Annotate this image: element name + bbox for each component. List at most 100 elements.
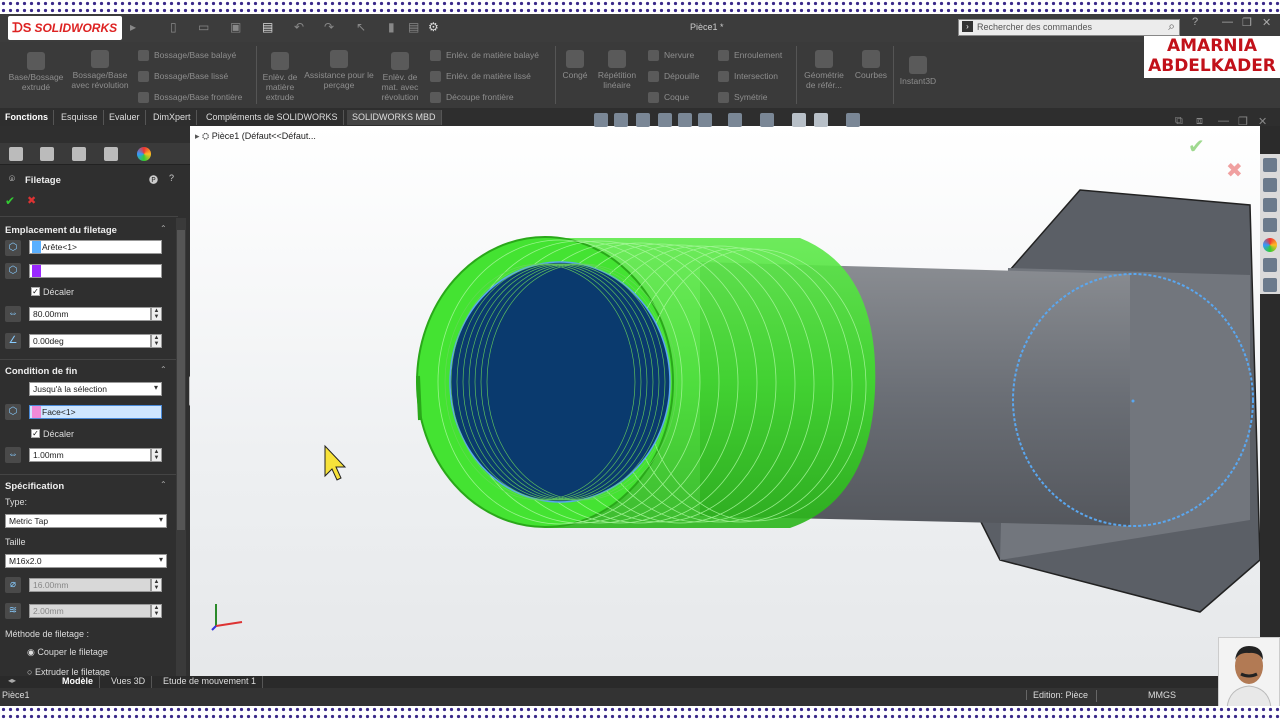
apply-scene-icon[interactable] <box>814 113 828 127</box>
extruded-boss-button[interactable]: Base/Bossage extrudé <box>6 52 66 92</box>
tab-3d-views[interactable]: Vues 3D <box>105 676 153 688</box>
lofted-cut-button[interactable]: Enlév. de matière lissé <box>430 71 531 83</box>
revolved-cut-button[interactable]: Enlèv. de mat. avec révolution <box>376 52 424 102</box>
thread-size-select[interactable]: M16x2.0 ▾ <box>5 554 167 568</box>
search-commands-input[interactable]: › Rechercher des commandes ⌕ <box>958 19 1180 36</box>
save-icon[interactable]: ▣ <box>230 20 241 34</box>
spin-button[interactable]: ▲ ▼ <box>151 334 162 348</box>
tab-features[interactable]: Fonctions <box>0 110 54 125</box>
cancel-x-icon[interactable]: ✖ <box>27 194 36 207</box>
mirror-button[interactable]: Symétrie <box>718 92 768 104</box>
end-offset-checkbox[interactable]: ✓ <box>31 429 40 438</box>
hide-show-items-icon[interactable] <box>760 113 774 127</box>
forum-icon[interactable] <box>1263 278 1277 292</box>
previous-view-icon[interactable] <box>636 113 650 127</box>
intersect-button[interactable]: Intersection <box>718 71 778 83</box>
help-icon[interactable]: ? <box>1192 16 1198 28</box>
spin-button[interactable]: ▲ ▼ <box>151 307 162 321</box>
face-selection-field[interactable]: Face<1> <box>29 405 162 419</box>
view-orientation-icon[interactable] <box>698 113 712 127</box>
spin-button[interactable]: ▲ ▼ <box>151 448 162 462</box>
tab-model[interactable]: Modèle <box>56 676 101 688</box>
file-properties-icon[interactable]: ▤ <box>408 20 419 34</box>
end-offset-input[interactable]: 1.00mm <box>29 448 151 462</box>
edge-selection-field[interactable]: Arête<1> <box>29 240 162 254</box>
feature-tree-flyout[interactable]: ▸ ⛭ Pièce1 (Défaut<<Défaut... <box>195 131 316 142</box>
tab-solidworks-addins[interactable]: Compléments de SOLIDWORKS <box>201 110 344 125</box>
redo-icon[interactable]: ↷ <box>324 20 334 34</box>
dimxpert-manager-icon[interactable] <box>104 147 118 161</box>
select-icon[interactable]: ↖ <box>356 20 366 34</box>
rebuild-icon[interactable]: ▮ <box>388 20 395 34</box>
open-document-icon[interactable]: ▭ <box>198 20 209 34</box>
tab-dimxpert[interactable]: DimXpert <box>148 110 197 125</box>
status-units[interactable]: MMGS <box>1148 690 1176 700</box>
scrollbar-thumb[interactable] <box>177 230 185 530</box>
offset-distance-input[interactable]: 80.00mm <box>29 307 151 321</box>
boundary-cut-button[interactable]: Découpe frontière <box>430 92 514 104</box>
tab-evaluate[interactable]: Evaluer <box>104 110 146 125</box>
options-gear-icon[interactable]: ⚙ <box>428 20 439 34</box>
radio-cut-thread[interactable]: ◉ Couper le filetage <box>27 647 108 658</box>
minimize-window-icon[interactable]: — <box>1222 16 1233 28</box>
lofted-boss-button[interactable]: Bossage/Base lissé <box>138 71 228 83</box>
confirm-ok-icon[interactable]: ✔ <box>1188 134 1205 159</box>
tree-expand-icon[interactable]: ▸ <box>195 131 200 141</box>
expand-arrow-icon[interactable]: ▸ <box>130 20 136 34</box>
custom-properties-icon[interactable] <box>1263 258 1277 272</box>
configuration-manager-icon[interactable] <box>72 147 86 161</box>
swept-boss-button[interactable]: Bossage/Base balayé <box>138 50 236 62</box>
offset-checkbox[interactable]: ✓ <box>31 287 40 296</box>
property-manager-icon[interactable] <box>40 147 54 161</box>
graphics-area[interactable] <box>190 126 1260 676</box>
new-document-icon[interactable]: ▯ <box>170 20 177 34</box>
ok-checkmark-icon[interactable]: ✔ <box>5 194 15 208</box>
display-style-icon[interactable] <box>728 113 742 127</box>
print-icon[interactable]: ▤ <box>262 20 273 34</box>
reference-geometry-button[interactable]: Géométrie de référ... <box>800 50 848 90</box>
dynamic-annotation-icon[interactable] <box>678 113 692 127</box>
start-angle-input[interactable]: 0.00deg <box>29 334 151 348</box>
viewport-restore-icon[interactable]: ❐ <box>1238 115 1248 128</box>
revolved-boss-button[interactable]: Bossage/Base avec révolution <box>68 50 132 90</box>
collapse-chevron-icon[interactable]: ⌃ <box>160 224 167 233</box>
undo-icon[interactable]: ↶ <box>294 20 304 34</box>
boundary-boss-button[interactable]: Bossage/Base frontière <box>138 92 242 104</box>
zoom-area-icon[interactable] <box>614 113 628 127</box>
curves-button[interactable]: Courbes <box>850 50 892 80</box>
section-view-icon[interactable] <box>658 113 672 127</box>
file-explorer-icon[interactable] <box>1263 198 1277 212</box>
fillet-button[interactable]: Congé <box>558 50 592 80</box>
end-condition-select[interactable]: Jusqu'à la sélection ▾ <box>29 382 162 396</box>
swept-cut-button[interactable]: Enlév. de matière balayé <box>430 50 539 62</box>
appearances-icon[interactable] <box>1263 238 1277 252</box>
zoom-to-fit-icon[interactable] <box>594 113 608 127</box>
rib-button[interactable]: Nervure <box>648 50 694 62</box>
hole-wizard-button[interactable]: Assistance pour le perçage <box>304 50 374 90</box>
viewport-tile-icon[interactable]: ⧉ <box>1175 115 1183 128</box>
display-manager-icon[interactable] <box>137 147 151 161</box>
panel-scrollbar[interactable] <box>176 218 186 676</box>
optional-start-field[interactable] <box>29 264 162 278</box>
collapse-chevron-icon[interactable]: ⌃ <box>160 365 167 374</box>
tab-scroll-icon[interactable]: ◂▸ <box>8 676 16 685</box>
search-icon[interactable]: ⌕ <box>1168 19 1175 34</box>
design-library-icon[interactable] <box>1263 178 1277 192</box>
viewport-close-icon[interactable]: ✕ <box>1258 115 1267 128</box>
edit-appearance-icon[interactable] <box>792 113 806 127</box>
solidworks-logo[interactable]: ᗪS SOLIDWORKS <box>8 16 122 40</box>
draft-button[interactable]: Dépouille <box>648 71 699 83</box>
extruded-cut-button[interactable]: Enlèv. de matière extrude <box>258 52 302 102</box>
linear-pattern-button[interactable]: Répétition linéaire <box>594 50 640 90</box>
solidworks-resources-icon[interactable] <box>1263 158 1277 172</box>
radio-extrude-thread[interactable]: ○ Extruder le filetage <box>27 667 110 676</box>
help-question-icon[interactable]: ? <box>169 173 174 183</box>
viewport-link-icon[interactable]: ⧈ <box>1196 115 1203 128</box>
wrap-button[interactable]: Enroulement <box>718 50 782 62</box>
viewport-minimize-icon[interactable]: — <box>1218 115 1229 127</box>
instant3d-button[interactable]: Instant3D <box>896 56 940 86</box>
collapse-chevron-icon[interactable]: ⌃ <box>160 480 167 489</box>
thread-type-select[interactable]: Metric Tap ▾ <box>5 514 167 528</box>
view-settings-icon[interactable] <box>846 113 860 127</box>
restore-window-icon[interactable]: ❐ <box>1242 16 1252 29</box>
